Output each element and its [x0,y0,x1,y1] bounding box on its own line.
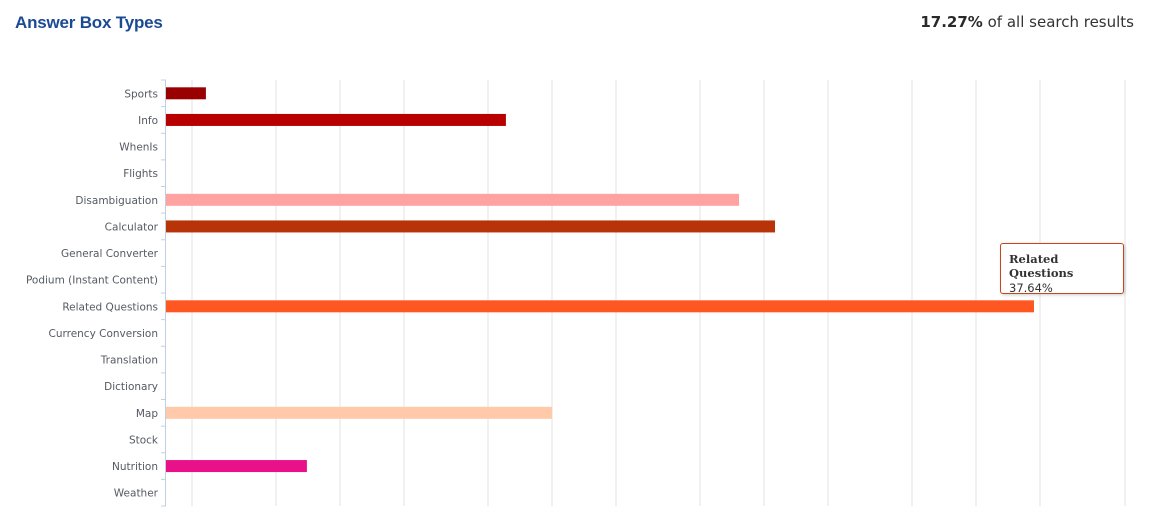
tooltip: Related Questions 37.64% [1000,243,1124,295]
bar-nutrition[interactable] [166,460,307,473]
category-label: Stock [129,434,159,446]
category-label: Sports [124,88,158,100]
category-label: Disambiguation [75,195,158,207]
bar-related-questions[interactable] [166,300,1034,313]
bar-info[interactable] [166,113,506,126]
category-label: Translation [100,355,158,367]
bar-disambiguation[interactable] [166,193,740,206]
category-label: General Converter [61,248,159,260]
grid-lines [191,80,1126,506]
category-label: Flights [123,168,158,180]
tooltip-value: 37.64% [1009,281,1053,295]
category-label: Currency Conversion [48,328,158,340]
category-label: Info [138,115,158,127]
category-axis [161,79,166,507]
category-label: Nutrition [112,461,158,473]
bar-sports[interactable] [166,87,206,100]
category-label: Dictionary [104,381,158,393]
bar-calculator[interactable] [166,220,776,233]
category-labels: Sports Info WhenIs Flights Disambiguation Cal… [26,88,159,499]
category-label: Podium (Instant Content) [26,275,158,287]
category-label: WhenIs [119,142,158,154]
bar-chart: Sports Info WhenIs Flights Disambiguation Cal… [26,79,1126,507]
category-label: Map [136,408,158,420]
tooltip-series-name: Related Questions [1009,252,1074,280]
bar-map[interactable] [166,406,553,419]
bars [166,87,1034,473]
category-label: Weather [114,488,159,500]
category-label: Related Questions [62,301,158,313]
category-label: Calculator [105,221,159,233]
